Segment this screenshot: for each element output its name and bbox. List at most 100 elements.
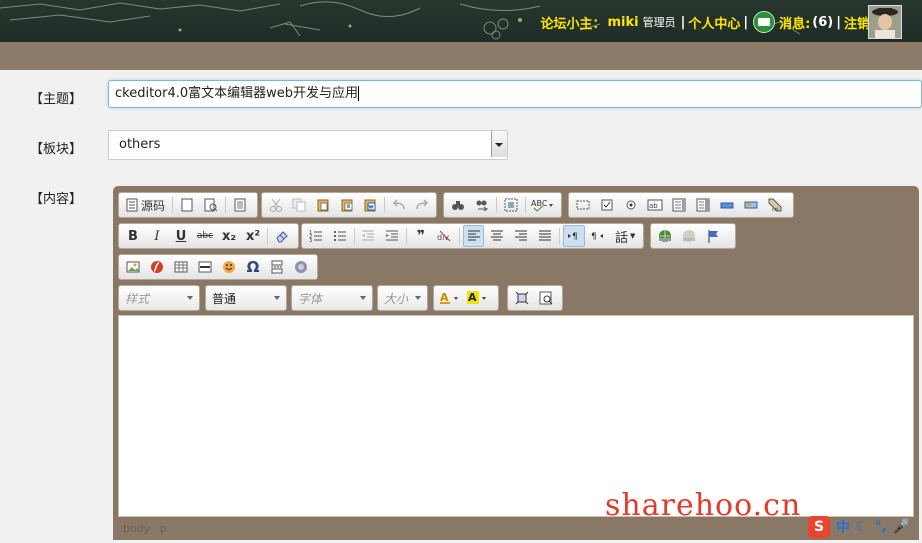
outdent-button[interactable]	[358, 225, 380, 247]
format-combo[interactable]: 普通	[205, 285, 287, 311]
align-right-button[interactable]	[510, 225, 532, 247]
form-icon	[576, 200, 590, 210]
align-left-button[interactable]	[462, 225, 485, 247]
new-page-button[interactable]	[176, 194, 198, 216]
bold-button[interactable]: B	[122, 225, 144, 247]
toolbar-separator	[353, 228, 355, 244]
font-combo-label: 字体	[298, 292, 323, 306]
toolbar-group-basicstyles: B I U abc x₂ x²	[118, 223, 299, 249]
text-color-button[interactable]: A	[437, 287, 463, 309]
spellcheck-icon: ABC	[531, 199, 553, 212]
special-char-button[interactable]: Ω	[242, 256, 264, 278]
numbered-list-button[interactable]: 123	[305, 225, 327, 247]
select-field-icon	[696, 198, 710, 212]
path-p[interactable]: p	[160, 522, 167, 535]
path-body[interactable]: body	[123, 522, 150, 535]
select-all-button[interactable]	[500, 194, 522, 216]
unlink-button[interactable]	[678, 225, 700, 247]
paste-button[interactable]	[312, 194, 334, 216]
textfield-icon: ab	[647, 199, 663, 211]
redo-icon	[416, 199, 429, 210]
button-field-button[interactable]	[716, 194, 738, 216]
svg-text:¶: ¶	[572, 232, 578, 242]
bg-color-button[interactable]: A	[465, 287, 491, 309]
font-combo[interactable]: 字体	[291, 285, 373, 311]
chevron-down-icon[interactable]	[491, 131, 507, 157]
separator: |	[836, 14, 841, 30]
radio-button[interactable]	[620, 194, 642, 216]
textarea-button[interactable]	[668, 194, 690, 216]
editor-content-area[interactable]	[118, 315, 914, 517]
table-icon	[174, 261, 188, 273]
cut-button[interactable]	[265, 194, 287, 216]
select-field-button[interactable]	[692, 194, 714, 216]
new-page-icon	[181, 198, 193, 212]
header-divider-bar	[0, 42, 922, 70]
rtl-icon: ¶	[591, 232, 604, 242]
spellcheck-button[interactable]: ABC	[529, 194, 557, 216]
templates-button[interactable]	[229, 194, 251, 216]
logout-link[interactable]: 注销	[844, 13, 870, 32]
underline-button[interactable]: U	[170, 225, 192, 247]
toolbar-group-editing: ABC	[443, 192, 562, 218]
ime-logo[interactable]: S	[808, 516, 830, 538]
source-button[interactable]: 源码	[122, 194, 169, 216]
punctuation-icon[interactable]: °,	[875, 519, 887, 535]
flash-button[interactable]	[146, 256, 168, 278]
message-icon[interactable]	[753, 11, 776, 33]
subject-input[interactable]: ckeditor4.0富文本编辑器web开发与应用	[108, 80, 922, 108]
rich-text-editor: 源码 ABC ab cd B I U abc x₂ x² 1 2 3 ❞ div…	[113, 186, 919, 540]
username-link[interactable]: miki	[607, 15, 638, 30]
watermark-text: sharehoo.cn	[605, 488, 802, 523]
maximize-button[interactable]	[511, 287, 533, 309]
style-combo[interactable]: 样式	[118, 285, 200, 311]
horizontal-rule-button[interactable]	[194, 256, 216, 278]
form-button[interactable]	[572, 194, 594, 216]
bidi-ltr-button[interactable]: ¶	[562, 225, 585, 247]
remove-format-button[interactable]	[271, 225, 293, 247]
preview-button[interactable]	[200, 194, 222, 216]
font-size-combo[interactable]: 大小	[377, 285, 428, 311]
show-blocks-button[interactable]	[535, 287, 557, 309]
italic-button[interactable]: I	[146, 225, 168, 247]
paste-text-button[interactable]	[336, 194, 358, 216]
messages-link[interactable]: 消息:	[779, 13, 810, 32]
hidden-field-button[interactable]: cd	[764, 194, 786, 216]
paste-word-button[interactable]	[359, 194, 381, 216]
link-button[interactable]	[654, 225, 676, 247]
textfield-button[interactable]: ab	[644, 194, 666, 216]
board-select[interactable]: others	[108, 130, 508, 160]
iframe-button[interactable]	[290, 256, 312, 278]
justify-button[interactable]	[534, 225, 556, 247]
bulleted-list-button[interactable]	[329, 225, 351, 247]
align-center-button[interactable]	[486, 225, 508, 247]
scissors-icon	[269, 198, 282, 212]
subscript-button[interactable]: x₂	[218, 225, 240, 247]
anchor-button[interactable]	[702, 225, 724, 247]
button-field-icon	[720, 202, 734, 209]
superscript-button[interactable]: x²	[242, 225, 264, 247]
replace-button[interactable]	[471, 194, 493, 216]
image-button-field-button[interactable]	[740, 194, 762, 216]
find-button[interactable]	[447, 194, 469, 216]
table-button[interactable]	[170, 256, 192, 278]
blockquote-button[interactable]: ❞	[410, 225, 432, 247]
radio-icon	[626, 200, 636, 210]
ime-mode-indicator[interactable]: 中	[836, 517, 850, 537]
moon-icon[interactable]: ☾	[856, 519, 869, 535]
language-button[interactable]: 話 ▼	[610, 225, 640, 247]
strike-button[interactable]: abc	[194, 225, 216, 247]
image-button[interactable]	[122, 256, 144, 278]
checkbox-button[interactable]	[596, 194, 618, 216]
smiley-button[interactable]	[218, 256, 240, 278]
bidi-rtl-button[interactable]: ¶	[587, 225, 609, 247]
indent-button[interactable]	[381, 225, 403, 247]
avatar[interactable]	[868, 5, 902, 39]
personal-center-link[interactable]: 个人中心	[688, 13, 740, 32]
page-break-button[interactable]	[266, 256, 288, 278]
copy-button[interactable]	[289, 194, 311, 216]
undo-button[interactable]	[388, 194, 410, 216]
microphone-icon[interactable]: 🎤	[893, 519, 910, 535]
redo-button[interactable]	[411, 194, 433, 216]
create-div-button[interactable]: div	[434, 225, 456, 247]
